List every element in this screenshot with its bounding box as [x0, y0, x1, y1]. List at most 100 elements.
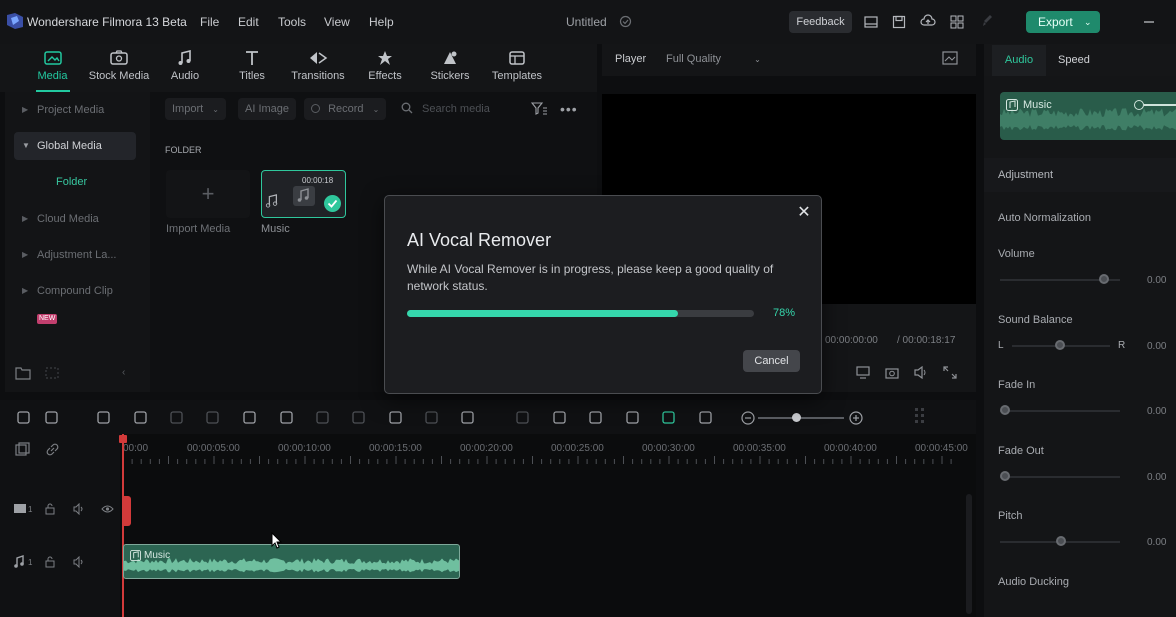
brush-icon[interactable] — [981, 14, 993, 28]
fade-in-slider-knob[interactable] — [1000, 405, 1010, 415]
music-media-tile[interactable]: 00:00:18 — [261, 170, 346, 218]
import-dropdown[interactable]: Import ⌄ — [165, 98, 226, 120]
scissors-icon[interactable] — [169, 410, 184, 425]
render-icon[interactable] — [515, 410, 530, 425]
fade-out-slider-track[interactable] — [1000, 476, 1120, 478]
stabilize-icon[interactable] — [351, 410, 366, 425]
ai-image-button[interactable]: AI Image — [238, 98, 297, 120]
menu-tools[interactable]: Tools — [278, 15, 306, 29]
sidebar-item-global-media[interactable]: ▼ Global Media — [14, 132, 136, 160]
voiceover-icon[interactable] — [625, 410, 640, 425]
pitch-value[interactable]: 0.00 — [1147, 537, 1166, 548]
lock-track-icon[interactable] — [44, 503, 56, 515]
delete-folder-icon[interactable] — [44, 366, 60, 380]
layout-icon[interactable] — [864, 15, 878, 29]
mute-audio-track-icon[interactable] — [73, 556, 86, 568]
audio-clip[interactable]: Music — [123, 544, 460, 579]
export-button[interactable]: Export ⌄ — [1026, 11, 1100, 33]
speed-icon[interactable] — [279, 410, 294, 425]
search-input[interactable]: Search media — [422, 103, 490, 115]
tab-effects[interactable]: Effects — [364, 44, 406, 92]
zoom-slider-knob[interactable] — [792, 413, 801, 422]
microphone-icon[interactable] — [588, 410, 603, 425]
tab-titles[interactable]: Titles — [232, 44, 272, 92]
tab-templates[interactable]: Templates — [491, 44, 543, 92]
tab-transitions[interactable]: Transitions — [289, 44, 347, 92]
volume-value[interactable]: 0.00 — [1147, 275, 1166, 286]
feedback-button[interactable]: Feedback — [789, 11, 852, 33]
snapshot-icon[interactable] — [942, 51, 958, 65]
sidebar-item-cloud-media[interactable]: ▶ Cloud Media — [14, 205, 136, 233]
timer-icon[interactable] — [388, 410, 403, 425]
layout-grid-icon[interactable] — [16, 410, 31, 425]
balance-slider-knob[interactable] — [1055, 340, 1065, 350]
tab-media[interactable]: Media — [30, 44, 75, 92]
volume-keyframe-handle[interactable] — [1134, 100, 1144, 110]
ai-icon[interactable] — [661, 410, 676, 425]
zoom-slider-track[interactable] — [758, 417, 844, 419]
menu-view[interactable]: View — [324, 15, 350, 29]
pitch-label: Pitch — [998, 510, 1023, 522]
mask-icon[interactable] — [424, 410, 439, 425]
delete-icon[interactable] — [133, 410, 148, 425]
subtitle-icon[interactable] — [698, 410, 713, 425]
mute-track-icon[interactable] — [73, 503, 86, 515]
sidebar-item-adjustment-layer[interactable]: ▶ Adjustment La... — [14, 241, 136, 269]
grid-apps-icon[interactable] — [950, 15, 964, 29]
timeline-scrollbar[interactable] — [966, 494, 972, 614]
tab-stickers[interactable]: Stickers — [429, 44, 471, 92]
playhead-handle[interactable] — [119, 435, 127, 443]
more-tools-icon[interactable] — [460, 410, 475, 425]
sidebar-item-folder[interactable]: Folder — [14, 168, 136, 196]
quality-dropdown[interactable]: Full Quality ⌄ — [666, 53, 761, 65]
display-settings-icon[interactable] — [856, 366, 870, 379]
filter-icon[interactable] — [531, 102, 547, 115]
menu-edit[interactable]: Edit — [238, 15, 259, 29]
collapse-sidebar-icon[interactable]: ‹ — [122, 367, 125, 378]
camera-icon[interactable] — [885, 366, 899, 379]
crop-icon[interactable] — [205, 410, 220, 425]
record-label: Record — [328, 103, 364, 115]
progress-bar — [407, 310, 754, 317]
close-icon[interactable]: ✕ — [795, 204, 813, 222]
menu-help[interactable]: Help — [369, 15, 394, 29]
sidebar-item-project-media[interactable]: ▶ Project Media — [14, 96, 136, 124]
volume-icon[interactable] — [914, 366, 928, 379]
zoom-out-icon[interactable] — [741, 411, 755, 425]
text-tool-icon[interactable] — [242, 410, 257, 425]
track-grid-icon[interactable] — [914, 407, 926, 427]
zoom-in-icon[interactable] — [849, 411, 863, 425]
save-icon[interactable] — [892, 15, 906, 29]
chevron-down-icon: ⌄ — [754, 55, 761, 64]
timeline-ruler[interactable] — [0, 434, 976, 474]
record-dropdown[interactable]: Record ⌄ — [304, 98, 387, 120]
color-icon[interactable] — [315, 410, 330, 425]
balance-value[interactable]: 0.00 — [1147, 341, 1166, 352]
import-media-tile[interactable]: + — [166, 170, 250, 218]
new-folder-icon[interactable] — [15, 366, 31, 380]
lock-audio-track-icon[interactable] — [44, 556, 56, 568]
tab-audio-properties[interactable]: Audio — [992, 45, 1046, 76]
fade-in-slider-track[interactable] — [1000, 410, 1120, 412]
cloud-upload-icon[interactable] — [920, 14, 936, 28]
menu-file[interactable]: File — [200, 15, 219, 29]
marker-icon[interactable] — [552, 410, 567, 425]
minimize-icon[interactable] — [1140, 11, 1176, 31]
tab-speed[interactable]: Speed — [1058, 54, 1090, 66]
sidebar-item-compound-clip[interactable]: ▶ Compound Clip NEW — [14, 277, 136, 325]
audio-clip-label: Music — [144, 550, 171, 561]
fade-in-value[interactable]: 0.00 — [1147, 406, 1166, 417]
dialog-message: While AI Vocal Remover is in progress, p… — [407, 262, 774, 293]
tab-stock-media[interactable]: Stock Media — [86, 44, 152, 92]
fade-out-value[interactable]: 0.00 — [1147, 472, 1166, 483]
undo-split-icon[interactable] — [96, 410, 111, 425]
select-tool-icon[interactable] — [44, 410, 59, 425]
cancel-button[interactable]: Cancel — [743, 350, 800, 372]
fade-out-slider-knob[interactable] — [1000, 471, 1010, 481]
tab-audio[interactable]: Audio — [164, 44, 206, 92]
pitch-slider-knob[interactable] — [1056, 536, 1066, 546]
eye-icon[interactable] — [101, 503, 114, 515]
volume-slider-knob[interactable] — [1099, 274, 1109, 284]
more-options-icon[interactable]: ••• — [560, 101, 578, 117]
fullscreen-icon[interactable] — [943, 366, 957, 379]
